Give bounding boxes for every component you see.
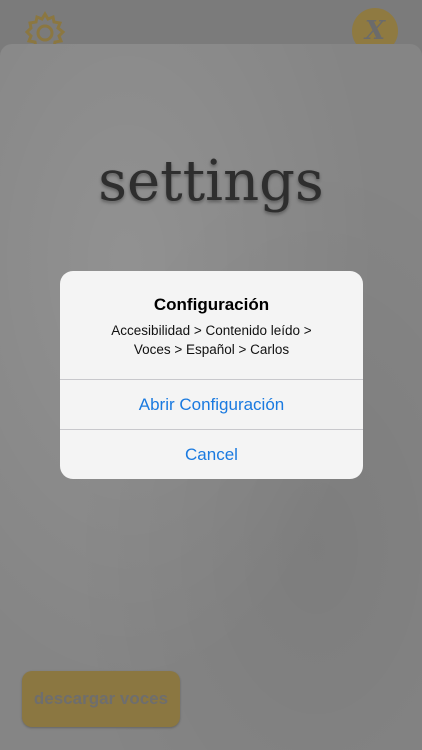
cancel-button[interactable]: Cancel [60, 430, 363, 479]
open-settings-button[interactable]: Abrir Configuración [60, 380, 363, 429]
download-voices-button[interactable]: descargar voces [22, 671, 180, 727]
alert-message: Accesibilidad > Contenido leído > Voces … [70, 321, 353, 359]
app-screen: X settings descargar voces Configuración… [0, 0, 422, 750]
alert-message-line-2: Voces > Español > Carlos [133, 342, 290, 357]
alert-title: Configuración [153, 295, 270, 314]
alert-dialog: Configuración Accesibilidad > Contenido … [60, 271, 363, 479]
page-title: settings [98, 149, 324, 214]
download-voices-label: descargar voces [33, 689, 169, 708]
alert-header: Configuración Accesibilidad > Contenido … [60, 271, 363, 379]
alert-message-line-1: Accesibilidad > Contenido leído > [111, 323, 312, 338]
